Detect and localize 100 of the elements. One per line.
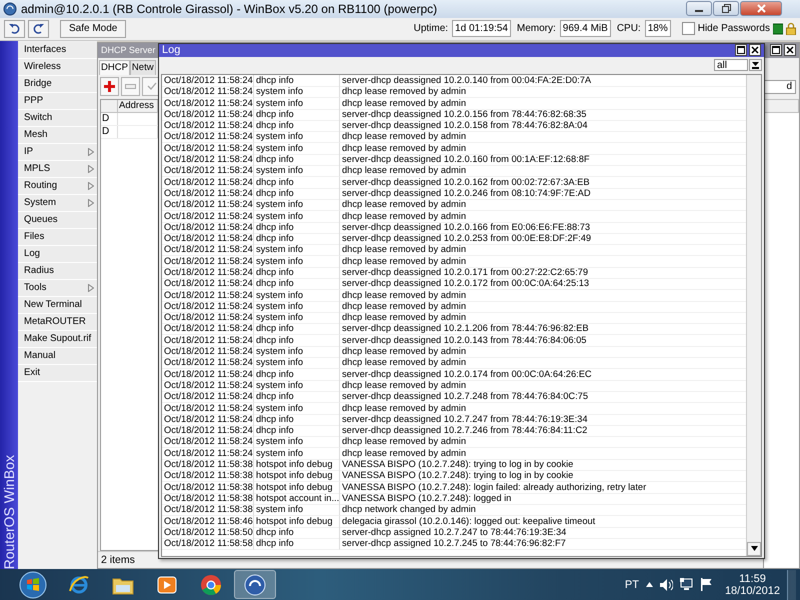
log-topics: dhcp info: [254, 334, 340, 347]
log-time: Oct/18/2012 11:58:50: [162, 526, 254, 539]
stat-value: 18%: [644, 20, 671, 38]
log-time: Oct/18/2012 11:58:24: [162, 256, 254, 268]
flag-icon[interactable]: [700, 578, 712, 592]
menu-item[interactable]: Radius: [18, 262, 97, 280]
scroll-down-button[interactable]: [747, 542, 761, 556]
menu-item[interactable]: IP: [18, 144, 97, 161]
maximize-button[interactable]: [735, 44, 747, 56]
menu-item[interactable]: Switch: [18, 110, 97, 127]
menu-item[interactable]: Manual: [18, 348, 97, 365]
scrollbar[interactable]: [746, 74, 761, 556]
log-message: server-dhcp deassigned 10.2.1.206 from 78:44:76:96:82:EB: [340, 323, 746, 336]
log-message: dhcp lease removed by admin: [340, 199, 746, 212]
tab[interactable]: DHCP: [99, 60, 130, 75]
up-caret-icon[interactable]: [646, 582, 653, 588]
add-button[interactable]: [100, 76, 119, 96]
undo-icon: [9, 23, 20, 34]
log-topics: system info: [254, 436, 340, 448]
checkmark-icon: [146, 82, 156, 91]
log-time: Oct/18/2012 11:58:24: [162, 199, 254, 212]
log-time: Oct/18/2012 11:58:46: [162, 516, 254, 528]
log-topics: dhcp info: [254, 233, 340, 246]
maximize-button[interactable]: [770, 44, 782, 56]
hide-passwords-checkbox[interactable]: [682, 22, 695, 36]
log-message: server-dhcp deassigned 10.2.0.160 from 00:1A:EF:12:68:8F: [340, 154, 746, 166]
menu-item[interactable]: Files: [18, 228, 97, 246]
log-time: Oct/18/2012 11:58:24: [162, 74, 254, 87]
stat-value: 969.4 MiB: [560, 20, 611, 38]
log-topics: hotspot info debug: [254, 516, 340, 528]
log-message: VANESSA BISPO (10.2.7.248): trying to log in by cookie: [340, 459, 746, 472]
menu-item[interactable]: Queues: [18, 212, 97, 229]
log-topics: system info: [254, 131, 340, 144]
log-topics: system info: [254, 380, 340, 392]
log-time: Oct/18/2012 11:58:24: [162, 368, 254, 381]
log-time: Oct/18/2012 11:58:24: [162, 176, 254, 189]
dropdown-button[interactable]: [749, 59, 762, 72]
network-icon[interactable]: [680, 578, 693, 592]
log-time: Oct/18/2012 11:58:24: [162, 391, 254, 404]
lock-icon: [786, 22, 796, 36]
menu-item[interactable]: PPP: [18, 92, 97, 110]
menu-item[interactable]: Routing: [18, 178, 97, 195]
minimize-button[interactable]: [686, 1, 712, 16]
log-time: Oct/18/2012 11:58:24: [162, 188, 254, 200]
log-message: dhcp lease removed by admin: [340, 98, 746, 110]
menu-item[interactable]: New Terminal: [18, 296, 97, 314]
winbox-icon: [243, 572, 267, 597]
menu-item[interactable]: Log: [18, 246, 97, 263]
log-time: Oct/18/2012 11:58:38: [162, 482, 254, 494]
menu-item[interactable]: MPLS: [18, 160, 97, 178]
clock[interactable]: 11:59 18/10/2012: [724, 572, 780, 597]
log-message: server-dhcp deassigned 10.2.0.174 from 00:0C:0A:64:26:EC: [340, 368, 746, 381]
table-cell: D: [101, 126, 118, 138]
enable-button[interactable]: [142, 76, 159, 96]
log-message: server-dhcp deassigned 10.2.0.172 from 00:0C:0A:64:25:13: [340, 278, 746, 290]
menu-item[interactable]: Make Supout.rif: [18, 330, 97, 348]
log-topics: dhcp info: [254, 154, 340, 166]
log-time: Oct/18/2012 11:58:24: [162, 108, 254, 121]
log-time: Oct/18/2012 11:58:24: [162, 323, 254, 336]
log-time: Oct/18/2012 11:58:38: [162, 492, 254, 505]
close-icon: [786, 46, 794, 54]
log-message: server-dhcp assigned 10.2.7.245 to 78:44:76:96:82:F7: [340, 538, 746, 550]
menu-item[interactable]: Mesh: [18, 126, 97, 144]
close-icon: [751, 46, 759, 54]
tab[interactable]: Netw: [130, 60, 156, 75]
undo-button[interactable]: [4, 20, 25, 38]
log-message: dhcp lease removed by admin: [340, 165, 746, 178]
redo-button[interactable]: [28, 20, 49, 38]
filter-dropdown[interactable]: all: [714, 59, 748, 72]
log-time: Oct/18/2012 11:58:24: [162, 312, 254, 324]
safe-mode-button[interactable]: Safe Mode: [60, 20, 126, 38]
log-topics: dhcp info: [254, 266, 340, 279]
taskbar-app-button[interactable]: [234, 570, 276, 600]
speaker-icon[interactable]: [660, 578, 673, 591]
log-topics: dhcp info: [254, 222, 340, 234]
menu-item[interactable]: Wireless: [18, 58, 97, 76]
close-button[interactable]: [784, 44, 796, 56]
log-message: server-dhcp deassigned 10.2.7.248 from 78:44:76:84:0C:75: [340, 391, 746, 404]
submenu-arrow-icon: [88, 284, 94, 292]
restore-button[interactable]: [713, 1, 739, 16]
log-time: Oct/18/2012 11:58:24: [162, 448, 254, 460]
menu-item[interactable]: Tools: [18, 280, 97, 297]
close-button[interactable]: [749, 44, 761, 56]
log-topics: system info: [254, 98, 340, 110]
log-time: Oct/18/2012 11:58:24: [162, 436, 254, 448]
log-topics: system info: [254, 210, 340, 222]
menu-item[interactable]: Exit: [18, 364, 97, 382]
menu-item[interactable]: Interfaces: [18, 42, 97, 59]
log-topics: dhcp info: [254, 414, 340, 426]
menu-item[interactable]: Bridge: [18, 76, 97, 93]
log-message: server-dhcp deassigned 10.2.0.158 from 78:44:76:82:8A:04: [340, 120, 746, 132]
log-time: Oct/18/2012 11:58:24: [162, 425, 254, 438]
menu-item[interactable]: MetaROUTER: [18, 314, 97, 331]
find-field[interactable]: d: [763, 80, 796, 94]
log-topics: dhcp info: [254, 176, 340, 189]
menu-item[interactable]: System: [18, 194, 97, 212]
language-indicator[interactable]: PT: [624, 578, 639, 591]
log-time: Oct/18/2012 11:58:24: [162, 266, 254, 279]
stat-label: CPU:: [616, 23, 641, 34]
log-message: server-dhcp deassigned 10.2.0.253 from 00:0E:E8:DF:2F:49: [340, 233, 746, 246]
